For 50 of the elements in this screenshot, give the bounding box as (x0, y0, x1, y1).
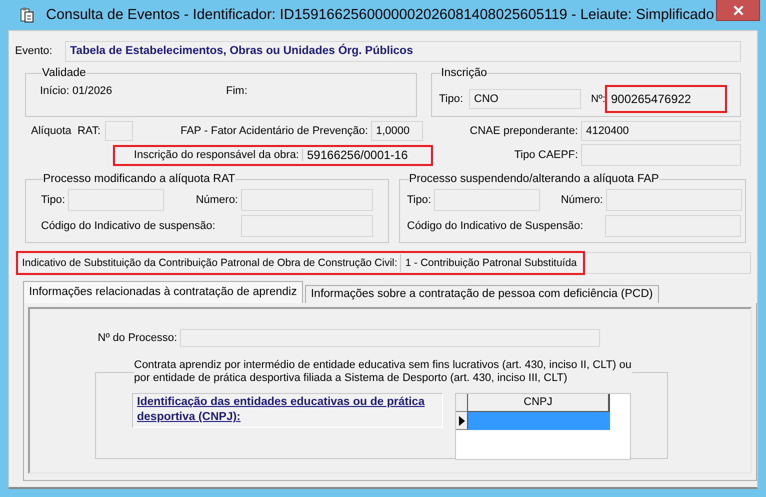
field-label: Código do Indicativo de Suspensão: (407, 220, 584, 232)
input-field[interactable] (605, 215, 741, 237)
field-label: Tipo: (41, 194, 66, 206)
input-field[interactable] (584, 252, 751, 274)
tab[interactable]: Informações sobre a contratação de pessoa com deficiência (PCD) (304, 285, 659, 303)
input-field[interactable]: Tabela de Estabelecimentos, Obras ou Unidades Órg. Públicos (65, 40, 741, 62)
window-title: Consulta de Eventos - Identificador: ID1591662560000002026081408025605119 - Leiaute: Simplificado (46, 7, 714, 23)
column-header[interactable]: CNPJ (468, 394, 610, 412)
input-field[interactable]: 1 - Contribuição Patronal Substituída (401, 254, 583, 272)
current-row-icon (458, 416, 464, 426)
field-label: Código do Indicativo de suspensão: (41, 220, 216, 232)
field-label: Número: (560, 194, 604, 206)
field-label: Evento: (15, 45, 54, 57)
field-label: Nº: (591, 93, 603, 105)
group-title: Processo modificando a alíquota RAT (43, 173, 236, 185)
field-label: Nº do Processo: (96, 332, 178, 344)
tab[interactable]: Informações relacionadas à contratação de aprendiz (23, 281, 303, 303)
field-label: Início: 01/2026 (40, 85, 114, 97)
close-button[interactable] (716, 0, 760, 21)
input-field[interactable] (241, 189, 373, 211)
field-label: Tipo: (407, 194, 432, 206)
table-cell[interactable] (468, 412, 610, 430)
field-label: Fim: (226, 85, 248, 97)
input-field[interactable]: 900265476922 (607, 89, 725, 109)
section-link[interactable]: Identificação das entidades educativas ou de prática desportiva (CNPJ): (137, 395, 438, 425)
field-label: Tipo: (439, 93, 464, 105)
field-label: Tipo CAEPF: (513, 149, 579, 161)
input-field[interactable] (180, 329, 600, 347)
grid-corner (456, 394, 468, 412)
field-label: CNAE preponderante: (468, 125, 579, 137)
document-icon (20, 7, 34, 23)
group-title: Contrata aprendiz por intermédio de entidade educativa sem fins lucrativos (art. 430, inciso II, CLT) ou por entidade de prática desportiva filiada a Sistema de Desporto (art. 430, inciso III, CLT) (134, 359, 632, 385)
input-field[interactable] (105, 121, 133, 141)
input-field[interactable]: CNO (469, 89, 581, 109)
field-label: Número: (194, 194, 239, 206)
field-label: FAP - Fator Acidentário de Prevenção: (179, 125, 369, 137)
input-field[interactable] (241, 215, 373, 237)
input-field[interactable] (581, 144, 741, 166)
input-field[interactable]: 4120400 (581, 121, 741, 141)
field-label: Indicativo de Substituição da Contribuição Patronal de Obra de Construção Civil: (18, 254, 402, 272)
input-field[interactable] (606, 189, 742, 211)
input-field[interactable] (68, 189, 164, 211)
input-field[interactable]: 1,0000 (371, 121, 423, 141)
close-icon (732, 4, 744, 16)
input-field[interactable] (434, 189, 540, 211)
group-title: Inscrição (441, 67, 488, 79)
field-label: Alíquota RAT: (31, 125, 102, 137)
group-title: Processo suspendendo/alterando a alíquota FAP (409, 173, 659, 185)
data-grid[interactable]: CNPJ (455, 393, 631, 460)
group-title: Validade (42, 67, 86, 79)
